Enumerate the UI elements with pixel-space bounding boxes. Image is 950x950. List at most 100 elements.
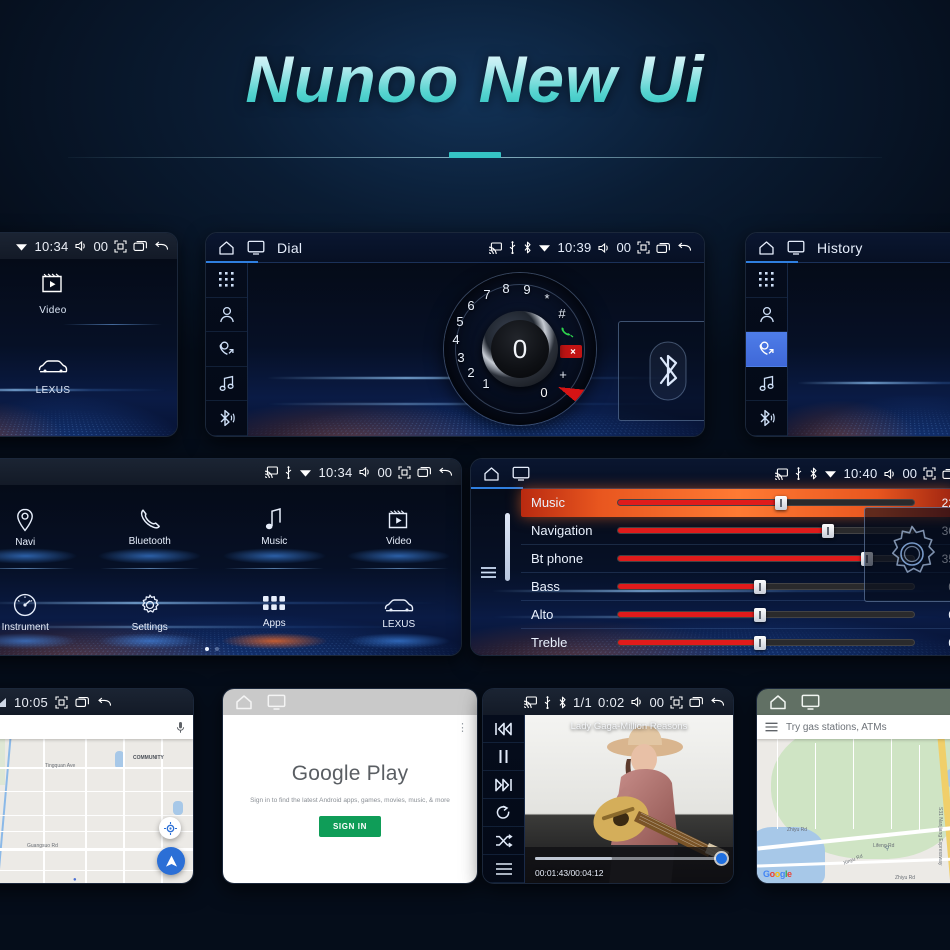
call-icon[interactable] (559, 323, 575, 339)
cast-icon[interactable] (774, 467, 789, 480)
volume-icon[interactable] (630, 696, 644, 708)
dial-key-star[interactable]: * (539, 290, 555, 306)
dial-key-3[interactable]: 3 (453, 349, 469, 365)
dial-key-9[interactable]: 9 (519, 281, 535, 297)
recents-icon[interactable] (689, 696, 704, 708)
recents-icon[interactable] (942, 468, 950, 480)
screenshot-icon[interactable] (670, 695, 683, 709)
dial-key-hash[interactable]: # (554, 305, 570, 321)
equalizer-scrollbar[interactable] (505, 513, 510, 581)
recents-icon[interactable] (133, 240, 148, 252)
eq-slider-knob[interactable] (754, 608, 767, 622)
map-canvas[interactable]: Tingquan Ave Guangsuo Rd CHANGZHENCUN CO… (0, 715, 193, 883)
eq-row-treble[interactable]: Treble 0 (521, 629, 950, 655)
hamburger-icon[interactable] (765, 722, 778, 732)
video-progress-bar[interactable] (535, 853, 727, 864)
panel-equalizer[interactable]: 10:40 00 Music 22 (470, 458, 950, 656)
eq-slider-knob[interactable] (754, 580, 767, 594)
next-icon[interactable] (483, 771, 524, 799)
app-settings[interactable]: Settings (88, 570, 213, 655)
screen-icon[interactable] (267, 694, 286, 710)
app-bluetooth[interactable]: Bluetooth (88, 485, 213, 570)
eq-slider[interactable] (617, 496, 915, 510)
dial-key-5[interactable]: 5 (452, 313, 468, 329)
back-icon[interactable] (677, 242, 692, 253)
map-search-bar[interactable] (0, 715, 193, 739)
equalizer-menu-rail[interactable] (471, 489, 505, 655)
screenshot-icon[interactable] (923, 467, 936, 480)
dial-key-plus[interactable]: + (555, 366, 571, 382)
pause-icon[interactable] (483, 743, 524, 771)
volume-icon[interactable] (883, 468, 897, 480)
dial-key-1[interactable]: 1 (478, 375, 494, 391)
previous-icon[interactable] (483, 715, 524, 743)
bluetooth-status-box[interactable] (618, 321, 704, 421)
screenshot-icon[interactable] (55, 695, 68, 709)
dial-key-2[interactable]: 2 (463, 364, 479, 380)
video-progress-handle[interactable] (716, 853, 727, 864)
hamburger-icon[interactable] (480, 566, 497, 579)
dial-key-4[interactable]: 4 (448, 331, 464, 347)
map-search-bar[interactable]: Try gas stations, ATMs (757, 715, 950, 739)
map-poi-marker[interactable]: ● (73, 877, 77, 883)
back-icon[interactable] (438, 467, 453, 478)
volume-icon[interactable] (74, 240, 88, 252)
map-locate-button[interactable] (159, 817, 181, 839)
sidebar-item-keypad[interactable] (206, 263, 247, 298)
screenshot-icon[interactable] (637, 241, 650, 254)
sidebar-item-keypad[interactable] (746, 263, 787, 298)
map-canvas[interactable]: Zhiyu Rd Xinyu Rd Zhiyu Rd Lifeng Rd S31… (757, 715, 950, 883)
page-dot[interactable] (215, 647, 219, 651)
panel-google-play[interactable]: Google Play Sign in to find the latest A… (222, 688, 478, 884)
panel-dial[interactable]: Dial 10:39 00 1 2 3 4 5 6 7 8 9 * # + 0 … (205, 232, 705, 437)
sidebar-item-history[interactable] (746, 332, 787, 367)
history-sidebar[interactable] (746, 263, 788, 436)
home-icon[interactable] (769, 694, 787, 711)
eq-slider-knob[interactable] (754, 636, 767, 650)
home-icon[interactable] (235, 694, 253, 711)
app-lexus[interactable]: LEXUS (337, 570, 462, 655)
cast-icon[interactable] (264, 466, 279, 478)
eq-slider-knob[interactable] (822, 524, 835, 538)
eq-slider-knob[interactable] (774, 496, 787, 510)
recents-icon[interactable] (75, 696, 90, 708)
shuffle-icon[interactable] (483, 827, 524, 855)
panel-map-right[interactable]: Zhiyu Rd Xinyu Rd Zhiyu Rd Lifeng Rd S31… (756, 688, 950, 884)
sidebar-item-bluetooth[interactable] (746, 401, 787, 436)
panel-video-home[interactable]: 10:34 00 Video LEXUS (0, 232, 178, 437)
panel-history[interactable]: History (745, 232, 950, 437)
volume-icon[interactable] (358, 466, 372, 478)
screenshot-icon[interactable] (114, 239, 127, 253)
playlist-icon[interactable] (483, 855, 524, 883)
panel-map-left[interactable]: 10:05 Tingquan Ave Guangsuo Rd COMMUNITY… (0, 688, 194, 884)
page-indicator[interactable] (0, 647, 461, 651)
sidebar-item-contacts[interactable] (746, 298, 787, 333)
eq-row-alto[interactable]: Alto 0 (521, 601, 950, 629)
back-icon[interactable] (97, 697, 112, 708)
player-controls-sidebar[interactable] (483, 715, 525, 883)
dial-key-8[interactable]: 8 (498, 280, 514, 296)
sidebar-item-bluetooth[interactable] (206, 401, 247, 436)
sidebar-item-history[interactable] (206, 332, 247, 367)
sidebar-item-music[interactable] (746, 367, 787, 402)
sidebar-item-music[interactable] (206, 367, 247, 402)
app-navi[interactable]: Navi (0, 485, 88, 570)
home-icon[interactable] (218, 240, 235, 256)
back-icon[interactable] (154, 241, 169, 252)
map-poi-marker[interactable]: ⚲ (885, 845, 889, 852)
tile-lexus[interactable]: LEXUS (0, 357, 177, 396)
backspace-icon[interactable] (560, 345, 582, 358)
repeat-icon[interactable] (483, 799, 524, 827)
app-apps[interactable]: Apps (212, 570, 337, 655)
more-vertical-icon[interactable]: ⋮ (457, 723, 468, 734)
video-stage[interactable]: Lady Gaga-Million Reasons 00:01:43/00:04… (525, 715, 733, 883)
map-directions-button[interactable] (157, 847, 185, 875)
app-video[interactable]: Video (337, 485, 462, 570)
page-dot-active[interactable] (205, 647, 209, 651)
eq-slider[interactable] (617, 608, 915, 622)
screen-icon[interactable] (787, 240, 805, 255)
cast-icon[interactable] (523, 696, 537, 708)
recents-icon[interactable] (417, 466, 432, 478)
screen-icon[interactable] (801, 694, 820, 710)
back-icon[interactable] (710, 697, 725, 708)
